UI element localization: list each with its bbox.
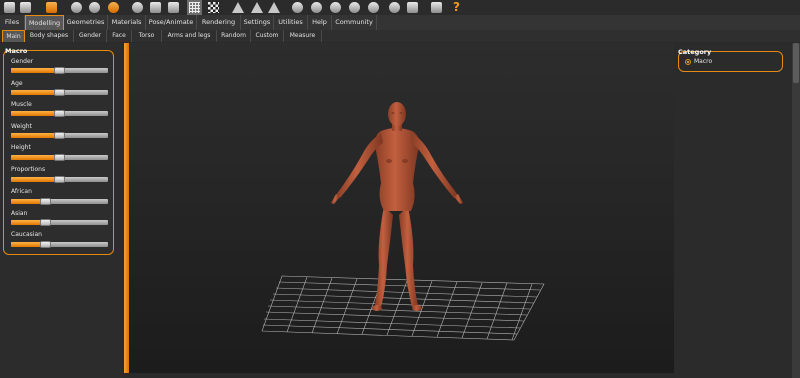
muscle-label: Muscle [11, 101, 32, 108]
asian-slider[interactable] [11, 219, 108, 226]
tab-utilities[interactable]: Utilities [274, 15, 308, 30]
tab-help[interactable]: Help [308, 15, 332, 30]
camera-icon[interactable] [429, 0, 444, 15]
head-view-icon[interactable] [387, 0, 402, 15]
redo-icon[interactable] [87, 0, 102, 15]
symmetry-icon[interactable] [405, 0, 420, 15]
pose-icon[interactable] [166, 0, 181, 15]
asian-label: Asian [11, 210, 28, 217]
weight-slider[interactable] [11, 132, 108, 139]
main-toolbar: ? [0, 0, 800, 15]
perspective-icon[interactable] [366, 0, 381, 15]
right-panel [674, 43, 800, 378]
subtab-gender[interactable]: Gender [74, 30, 107, 42]
weight-label: Weight [11, 123, 32, 130]
export-icon[interactable] [44, 0, 59, 15]
height-slider[interactable] [11, 154, 108, 161]
subtab-measure[interactable]: Measure [284, 30, 322, 42]
subtab-main[interactable]: Main [2, 30, 25, 42]
3d-viewport[interactable] [129, 43, 674, 373]
top-view-icon[interactable] [309, 0, 324, 15]
category-title: Category [678, 48, 712, 56]
back-view-icon[interactable] [249, 0, 264, 15]
checker-icon[interactable] [206, 0, 221, 15]
smooth-icon[interactable] [130, 0, 145, 15]
height-label: Height [11, 144, 31, 151]
subtab-custom[interactable]: Custom [251, 30, 284, 42]
help-icon[interactable]: ? [449, 0, 464, 15]
tab-pose-animate[interactable]: Pose/Animate [146, 15, 197, 30]
right-scrollbar[interactable] [792, 43, 800, 378]
left-view-icon[interactable] [266, 0, 281, 15]
tab-rendering[interactable]: Rendering [197, 15, 241, 30]
subtab-body-shapes[interactable]: Body shapes [25, 30, 74, 42]
subtab-arms-and-legs[interactable]: Arms and legs [162, 30, 217, 42]
side-view-icon[interactable] [347, 0, 362, 15]
african-label: African [11, 188, 32, 195]
grid-icon[interactable] [187, 0, 202, 15]
bottom-view-icon[interactable] [328, 0, 343, 15]
proportions-slider[interactable] [11, 176, 108, 183]
tab-files[interactable]: Files [0, 15, 25, 30]
macro-radio-label[interactable]: Macro [694, 58, 712, 65]
floor-grid [261, 275, 545, 341]
right-view-icon[interactable] [290, 0, 305, 15]
subtab-torso[interactable]: Torso [132, 30, 162, 42]
subtab-face[interactable]: Face [107, 30, 132, 42]
subtab-random[interactable]: Random [217, 30, 251, 42]
save-icon[interactable] [18, 0, 33, 15]
tab-settings[interactable]: Settings [241, 15, 274, 30]
tab-community[interactable]: Community [332, 15, 377, 30]
tab-geometries[interactable]: Geometries [64, 15, 108, 30]
muscle-slider[interactable] [11, 110, 108, 117]
age-label: Age [11, 80, 23, 87]
reset-icon[interactable] [106, 0, 121, 15]
gender-label: Gender [11, 58, 34, 65]
age-slider[interactable] [11, 89, 108, 96]
front-view-icon[interactable] [230, 0, 245, 15]
new-file-icon[interactable] [2, 0, 17, 15]
caucasian-slider[interactable] [11, 241, 108, 248]
tab-materials[interactable]: Materials [108, 15, 146, 30]
human-model-scene [261, 102, 545, 341]
proportions-label: Proportions [11, 166, 46, 173]
african-slider[interactable] [11, 198, 108, 205]
undo-icon[interactable] [69, 0, 84, 15]
caucasian-label: Caucasian [11, 231, 42, 238]
wireframe-icon[interactable] [148, 0, 163, 15]
tab-modelling[interactable]: Modelling [25, 15, 64, 30]
macro-radio-button[interactable] [685, 59, 691, 65]
gender-slider[interactable] [11, 67, 108, 74]
macro-title: Macro [5, 47, 28, 55]
